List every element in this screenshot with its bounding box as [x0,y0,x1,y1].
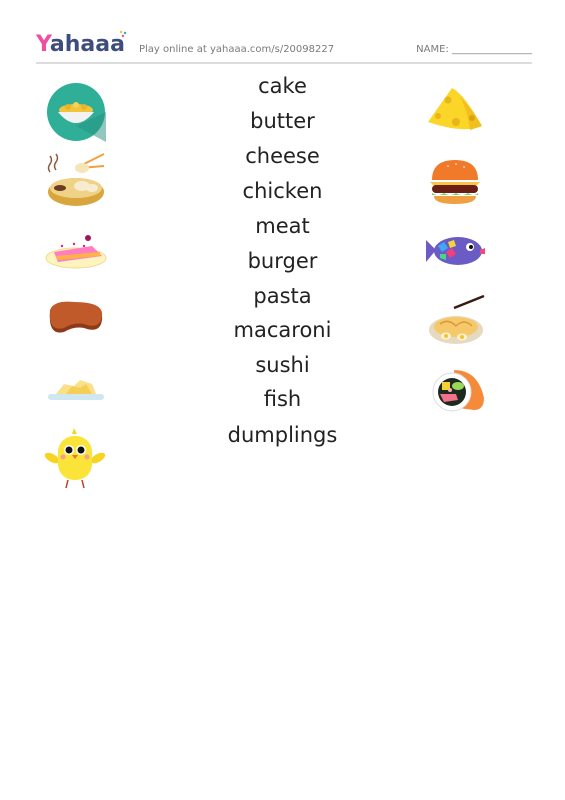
word-butter: butter [250,109,315,133]
fish-image [426,237,485,265]
dumplings-image [47,153,105,206]
yahaaa-logo[interactable]: Yahaaa [36,30,127,57]
burger-image [430,160,480,204]
sparkle-icon [119,30,127,38]
word-sushi: sushi [255,353,310,377]
play-online-link[interactable]: Play online at yahaaa.com/s/20098227 [139,44,334,55]
sushi-image [432,370,484,412]
pasta-image [429,294,485,344]
cheese-image [428,88,482,130]
word-cake: cake [258,74,307,98]
cake-image [45,235,107,269]
meat-steak-image [49,301,103,333]
word-dumplings: dumplings [227,423,338,447]
header-divider [36,62,532,64]
header: Yahaaa Play online at yahaaa.com/s/20098… [36,30,532,62]
word-chicken: chicken [242,179,323,203]
logo-text: ahaaa [49,32,125,57]
word-meat: meat [255,214,310,238]
name-field[interactable]: NAME: ________________ [416,44,532,55]
chicken-image [44,428,106,489]
butter-image [48,380,104,400]
word-macaroni: macaroni [233,318,332,342]
macaroni-bowl-image [47,83,106,142]
logo-letter-y: Y [36,32,50,57]
word-pasta: pasta [253,284,312,308]
word-cheese: cheese [245,144,320,168]
word-burger: burger [247,249,318,273]
word-fish: fish [263,387,302,411]
